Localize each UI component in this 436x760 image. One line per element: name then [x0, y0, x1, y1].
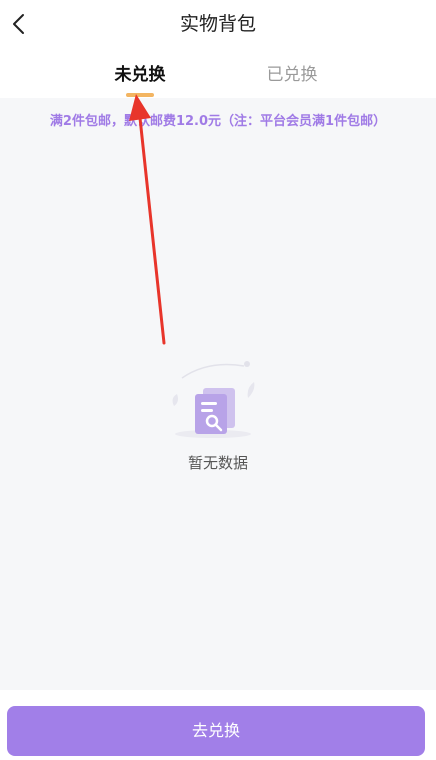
tab-unredeemed[interactable]: 未兑换 — [80, 60, 200, 85]
empty-document-search-icon — [172, 361, 255, 438]
footer-bar: 去兑换 — [0, 690, 436, 760]
empty-state-text: 暂无数据 — [187, 454, 248, 472]
tab-bar: 未兑换 已兑换 — [0, 48, 436, 98]
redeem-button[interactable]: 去兑换 — [7, 706, 425, 756]
shipping-notice: 满2件包邮，默认邮费12.0元（注：平台会员满1件包邮） — [49, 114, 387, 129]
active-tab-indicator — [126, 93, 154, 97]
page-title: 实物背包 — [179, 13, 256, 35]
header-bar: 实物背包 — [0, 0, 436, 48]
tab-redeemed[interactable]: 已兑换 — [232, 60, 352, 85]
